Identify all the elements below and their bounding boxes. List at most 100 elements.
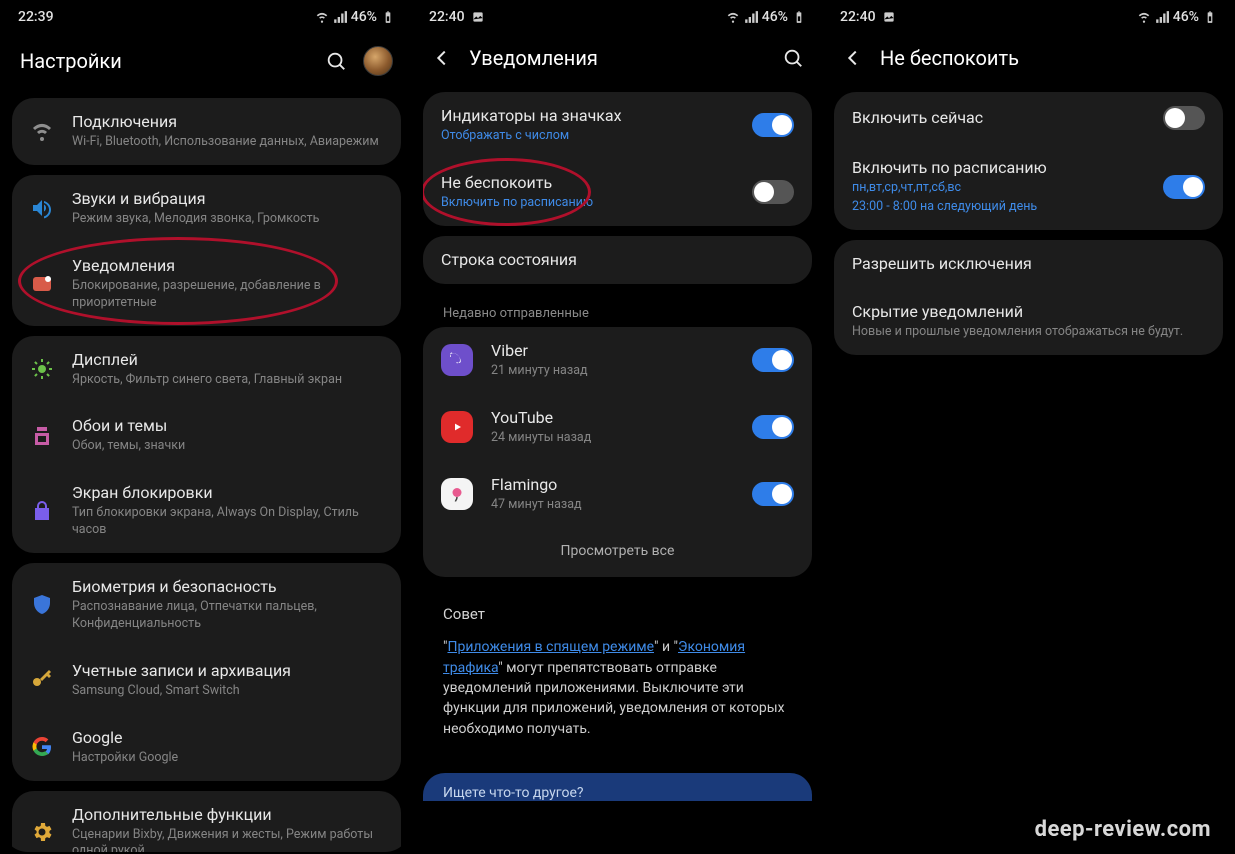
lock-icon — [30, 499, 54, 523]
item-sub: Samsung Cloud, Smart Switch — [72, 683, 383, 700]
toggle-app[interactable] — [752, 348, 794, 372]
screenshot-icon — [882, 10, 896, 24]
wifi-icon — [726, 10, 740, 24]
item-enable-schedule[interactable]: Включить по расписанию пн,вт,ср,чт,пт,сб… — [834, 144, 1223, 230]
shield-icon — [30, 593, 54, 617]
item-accounts[interactable]: Учетные записи и архивация Samsung Cloud… — [12, 647, 401, 714]
item-sub: Настройки Google — [72, 750, 383, 767]
card-dnd-options: Разрешить исключения Скрытие уведомлений… — [834, 240, 1223, 355]
toggle-dnd[interactable] — [752, 180, 794, 204]
phone-settings-root: 22:39 46% Настройки Подключения Wi-Fi, B… — [2, 2, 411, 852]
item-sub: Новые и прошлые уведомления отображаться… — [852, 324, 1205, 341]
status-left: 22:40 — [840, 9, 896, 25]
item-title: Подключения — [72, 112, 383, 132]
phone-notifications: 22:40 46% Уведомления Индикаторы на знач… — [413, 2, 822, 852]
phone-dnd: 22:40 46% Не беспокоить Включить сейчас … — [824, 2, 1233, 852]
signal-icon — [744, 10, 758, 24]
battery-icon — [1203, 10, 1217, 24]
card-security-group: Биометрия и безопасность Распознавание л… — [12, 563, 401, 781]
search-icon[interactable] — [325, 50, 347, 72]
item-sounds[interactable]: Звуки и вибрация Режим звука, Мелодия зв… — [12, 175, 401, 242]
item-sub: Wi-Fi, Bluetooth, Использование данных, … — [72, 134, 383, 151]
item-title: Включить сейчас — [852, 108, 1145, 128]
screenshot-icon — [471, 10, 485, 24]
status-time: 22:40 — [429, 9, 465, 25]
item-lockscreen[interactable]: Экран блокировки Тип блокировки экрана, … — [12, 469, 401, 553]
toggle-badges[interactable] — [752, 113, 794, 137]
view-all-button[interactable]: Просмотреть все — [423, 527, 812, 577]
item-sub: Обои, темы, значки — [72, 438, 383, 455]
dnd-content: Включить сейчас Включить по расписанию п… — [824, 92, 1233, 365]
item-sub: Режим звука, Мелодия звонка, Громкость — [72, 211, 383, 228]
item-connections[interactable]: Подключения Wi-Fi, Bluetooth, Использова… — [12, 98, 401, 165]
app-icon-viber — [441, 344, 473, 376]
profile-avatar[interactable] — [363, 46, 393, 76]
item-sub: Сценарии Bixby, Движения и жесты, Режим … — [72, 827, 383, 853]
notification-icon — [30, 272, 54, 296]
item-sub: Распознавание лица, Отпечатки пальцев, К… — [72, 599, 383, 633]
sound-icon — [30, 196, 54, 220]
item-sub: Блокирование, разрешение, добавление в п… — [72, 278, 383, 312]
item-advanced[interactable]: Дополнительные функции Сценарии Bixby, Д… — [12, 791, 401, 853]
item-title: Google — [72, 728, 383, 748]
item-title: Дополнительные функции — [72, 805, 383, 825]
item-sub: Яркость, Фильтр синего света, Главный эк… — [72, 372, 383, 389]
card-recent-apps: Viber 21 минуту назад YouTube 24 минуты … — [423, 327, 812, 578]
back-icon[interactable] — [431, 47, 453, 69]
signal-icon — [1155, 10, 1169, 24]
toggle-enable-now[interactable] — [1163, 106, 1205, 130]
battery-icon — [381, 10, 395, 24]
notif-content: Индикаторы на значках Отображать с число… — [413, 92, 822, 763]
item-sub: Тип блокировки экрана, Always On Display… — [72, 505, 383, 539]
search-icon[interactable] — [782, 47, 804, 69]
app-row-viber[interactable]: Viber 21 минуту назад — [423, 327, 812, 394]
item-wallpaper[interactable]: Обои и темы Обои, темы, значки — [12, 402, 401, 469]
schedule-time: 23:00 - 8:00 на следующий день — [852, 199, 1145, 216]
back-icon[interactable] — [842, 47, 864, 69]
toggle-app[interactable] — [752, 415, 794, 439]
key-icon — [30, 668, 54, 692]
item-display[interactable]: Дисплей Яркость, Фильтр синего света, Гл… — [12, 336, 401, 403]
item-dnd[interactable]: Не беспокоить Включить по расписанию — [423, 159, 812, 226]
item-biometrics[interactable]: Биометрия и безопасность Распознавание л… — [12, 563, 401, 647]
status-right: 46% — [726, 9, 806, 25]
toggle-app[interactable] — [752, 482, 794, 506]
brightness-icon — [30, 357, 54, 381]
recent-apps-block: Недавно отправленные Viber 21 минуту наз… — [423, 294, 812, 578]
item-title: Звуки и вибрация — [72, 189, 383, 209]
item-allow-exceptions[interactable]: Разрешить исключения — [834, 240, 1223, 288]
item-title: Включить по расписанию — [852, 158, 1145, 178]
status-left: 22:39 — [18, 9, 54, 25]
card-notif-settings: Индикаторы на значках Отображать с число… — [423, 92, 812, 226]
toggle-enable-schedule[interactable] — [1163, 175, 1205, 199]
item-badge-indicators[interactable]: Индикаторы на значках Отображать с число… — [423, 92, 812, 159]
tip-block: Совет "Приложения в спящем режиме" и "Эк… — [423, 587, 812, 752]
card-advanced: Дополнительные функции Сценарии Bixby, Д… — [12, 791, 401, 853]
card-display-group: Дисплей Яркость, Фильтр синего света, Гл… — [12, 336, 401, 554]
section-recent-label: Недавно отправленные — [423, 294, 812, 327]
status-time: 22:39 — [18, 9, 54, 25]
header-settings: Настройки — [2, 32, 411, 98]
battery-percent: 46% — [1173, 9, 1199, 25]
item-title: Экран блокировки — [72, 483, 383, 503]
status-left: 22:40 — [429, 9, 485, 25]
search-something-else[interactable]: Ищете что-то другое? — [423, 773, 812, 801]
status-bar: 22:40 46% — [413, 2, 822, 32]
item-status-bar[interactable]: Строка состояния — [423, 236, 812, 284]
app-row-youtube[interactable]: YouTube 24 минуты назад — [423, 394, 812, 461]
wifi-icon — [30, 119, 54, 143]
tip-link-sleeping-apps[interactable]: Приложения в спящем режиме — [447, 639, 654, 655]
item-title: Биометрия и безопасность — [72, 577, 383, 597]
item-title: Обои и темы — [72, 416, 383, 436]
app-name: YouTube — [491, 408, 734, 428]
wallpaper-icon — [30, 424, 54, 448]
app-row-flamingo[interactable]: Flamingo 47 минут назад — [423, 461, 812, 528]
page-title: Настройки — [20, 49, 309, 73]
item-google[interactable]: Google Настройки Google — [12, 714, 401, 781]
gear-icon — [30, 820, 54, 844]
wifi-icon — [315, 10, 329, 24]
item-notifications[interactable]: Уведомления Блокирование, разрешение, до… — [12, 242, 401, 326]
item-enable-now[interactable]: Включить сейчас — [834, 92, 1223, 144]
item-hide-notifications[interactable]: Скрытие уведомлений Новые и прошлые увед… — [834, 288, 1223, 355]
app-icon-youtube — [441, 411, 473, 443]
